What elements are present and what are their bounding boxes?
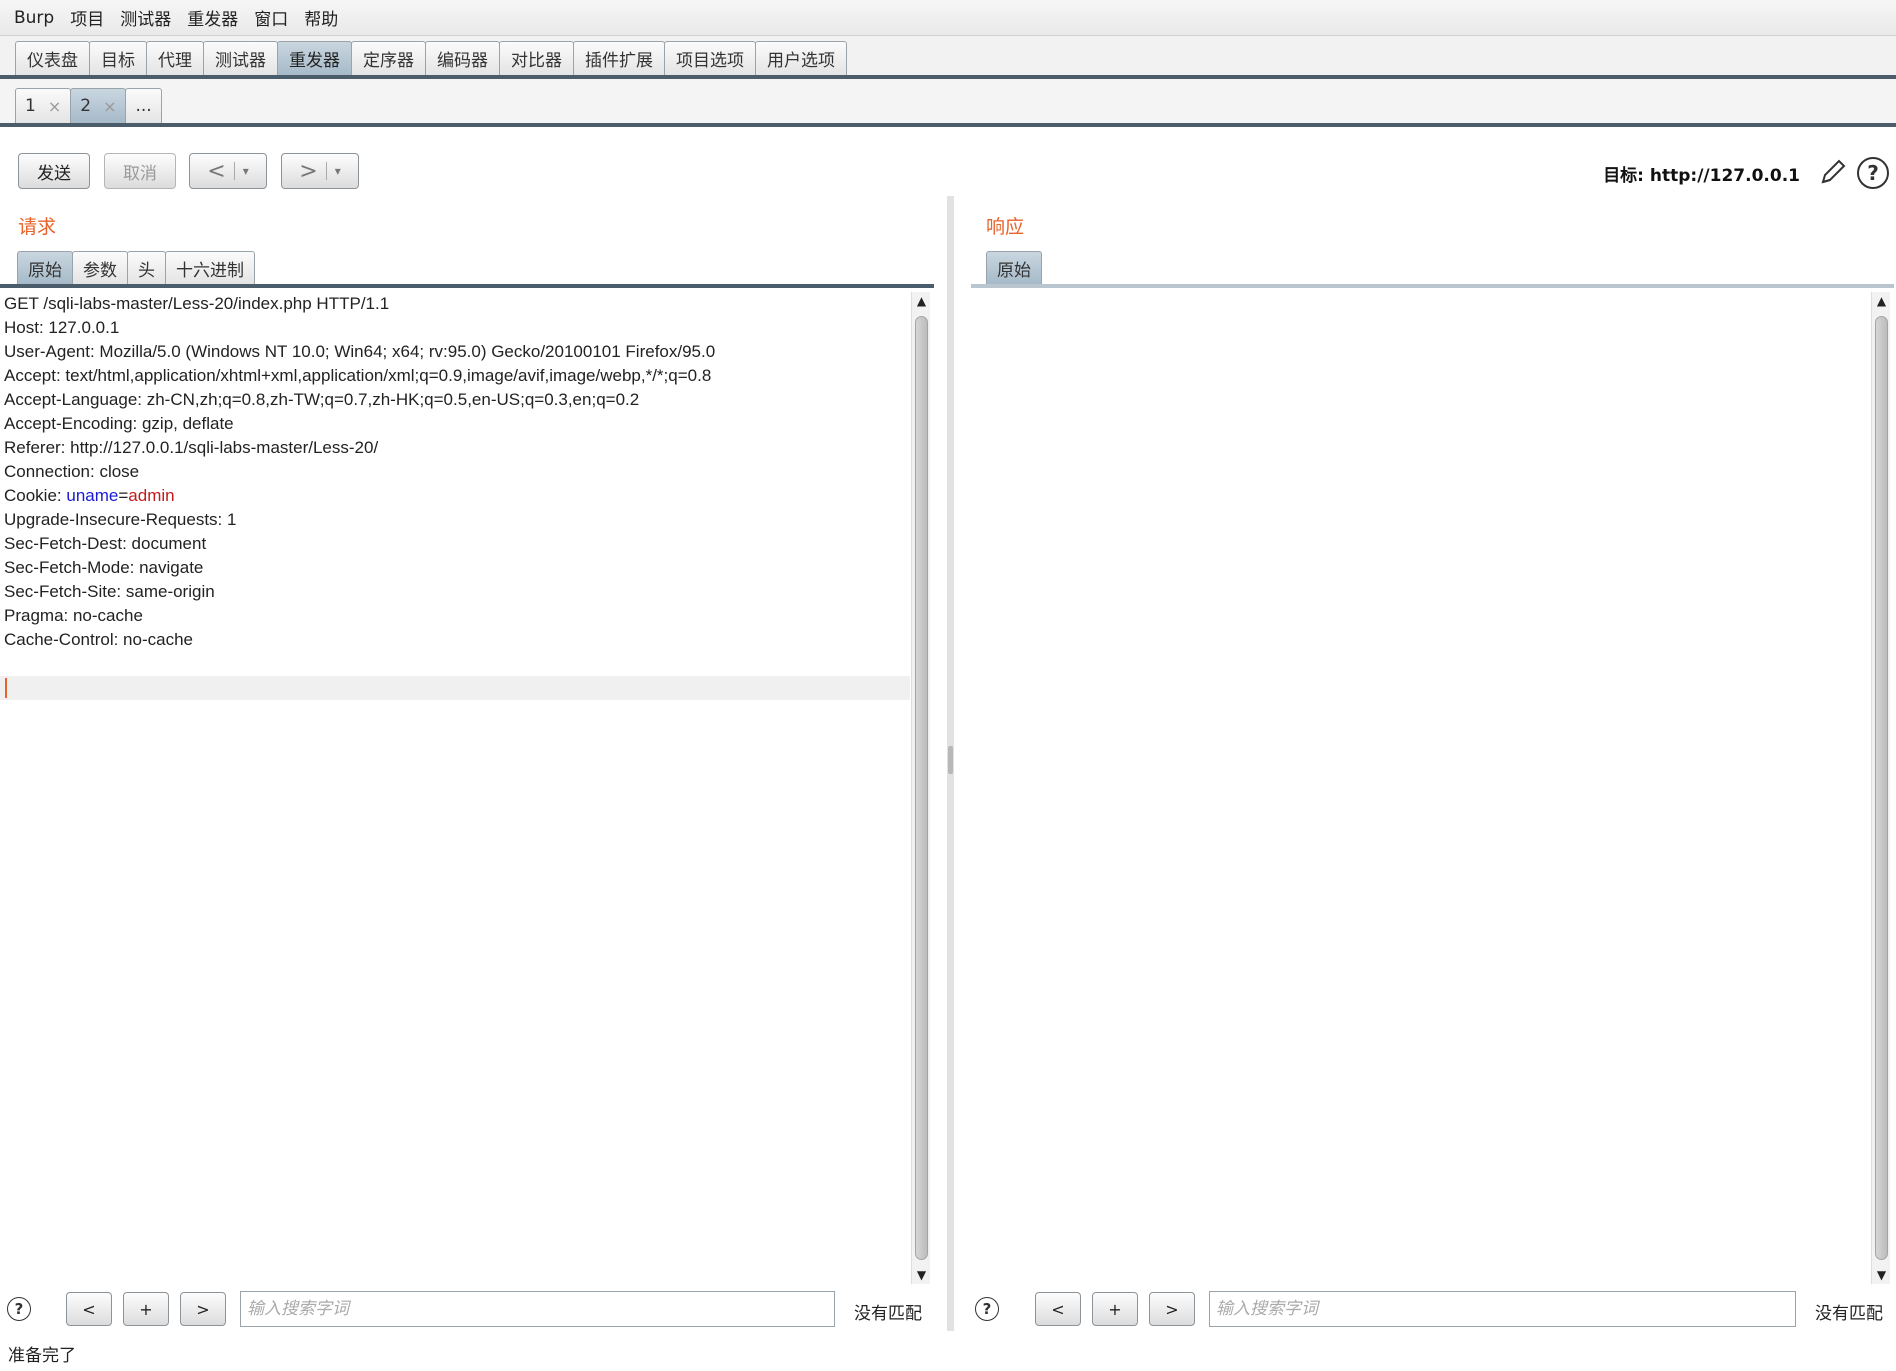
- header-line: Sec-Fetch-Mode: navigate: [4, 558, 204, 577]
- chevron-right-icon: >: [299, 158, 318, 184]
- tab-target[interactable]: 目标: [89, 41, 147, 75]
- menu-repeater[interactable]: 重发器: [187, 5, 238, 30]
- header-line: Upgrade-Insecure-Requests: 1: [4, 510, 237, 529]
- header-line: Referer: http://127.0.0.1/sqli-labs-mast…: [4, 438, 379, 457]
- header-line: Host: 127.0.0.1: [4, 318, 120, 337]
- header-line: Accept: text/html,application/xhtml+xml,…: [4, 366, 712, 385]
- chevron-down-icon[interactable]: ▾: [335, 164, 341, 178]
- scroll-thumb[interactable]: [915, 316, 928, 1260]
- request-line: GET /sqli-labs-master/Less-20/index.php …: [4, 294, 390, 313]
- pencil-icon[interactable]: [1818, 157, 1848, 187]
- search-prev-button[interactable]: <: [1035, 1292, 1081, 1326]
- tab-repeater[interactable]: 重发器: [277, 41, 352, 75]
- request-scrollbar[interactable]: ▲ ▼: [911, 292, 930, 1284]
- send-button[interactable]: 发送: [18, 153, 90, 189]
- search-next-button[interactable]: >: [180, 1292, 226, 1326]
- scroll-thumb[interactable]: [1875, 316, 1888, 1260]
- cancel-button[interactable]: 取消: [104, 153, 176, 189]
- tab-underline: [971, 284, 1894, 288]
- request-title: 请求: [18, 216, 57, 238]
- empty-line: [0, 652, 910, 676]
- help-icon[interactable]: ?: [7, 1297, 31, 1321]
- response-scrollbar[interactable]: ▲ ▼: [1871, 292, 1890, 1284]
- menu-intruder[interactable]: 测试器: [120, 5, 171, 30]
- search-status: 没有匹配: [1815, 1304, 1883, 1324]
- tab-project-options[interactable]: 项目选项: [664, 41, 756, 75]
- chevron-left-icon: <: [207, 158, 226, 184]
- cookie-prefix: Cookie:: [4, 486, 67, 505]
- search-prev-button[interactable]: <: [66, 1292, 112, 1326]
- separator: [233, 162, 235, 180]
- new-tab-button[interactable]: ...: [125, 88, 162, 123]
- tab-extender[interactable]: 插件扩展: [573, 41, 665, 75]
- close-icon[interactable]: ×: [48, 97, 61, 116]
- cookie-eq: =: [118, 486, 129, 505]
- menu-burp[interactable]: Burp: [14, 8, 54, 28]
- main-tab-bar: 仪表盘 目标 代理 测试器 重发器 定序器 编码器 对比器 插件扩展 项目选项 …: [0, 36, 1896, 79]
- repeater-tab-2[interactable]: 2 ×: [70, 88, 127, 123]
- close-icon[interactable]: ×: [103, 97, 116, 116]
- tab-user-options[interactable]: 用户选项: [755, 41, 847, 75]
- text-cursor: [5, 678, 7, 698]
- menu-project[interactable]: 项目: [70, 5, 104, 30]
- search-add-button[interactable]: +: [123, 1292, 169, 1326]
- repeater-tab-label: 1: [25, 96, 36, 116]
- scroll-up-icon[interactable]: ▲: [1872, 294, 1891, 308]
- tab-intruder[interactable]: 测试器: [203, 41, 278, 75]
- cookie-line: Cookie: uname=admin: [0, 484, 910, 508]
- search-input[interactable]: 输入搜索字词: [240, 1291, 835, 1327]
- search-input[interactable]: 输入搜索字词: [1209, 1291, 1796, 1327]
- menu-bar: Burp 项目 测试器 重发器 窗口 帮助: [0, 0, 1896, 36]
- forward-button[interactable]: > ▾: [281, 153, 359, 189]
- response-editor[interactable]: [971, 292, 1871, 1284]
- response-title: 响应: [986, 216, 1025, 238]
- tab-raw[interactable]: 原始: [17, 251, 73, 284]
- header-line: User-Agent: Mozilla/5.0 (Windows NT 10.0…: [4, 342, 716, 361]
- tab-sequencer[interactable]: 定序器: [351, 41, 426, 75]
- tab-dashboard[interactable]: 仪表盘: [15, 41, 90, 75]
- header-line: Accept-Encoding: gzip, deflate: [4, 414, 234, 433]
- back-button[interactable]: < ▾: [189, 153, 267, 189]
- split-handle[interactable]: [948, 746, 953, 774]
- separator: [325, 162, 327, 180]
- chevron-down-icon[interactable]: ▾: [243, 164, 249, 178]
- target-label: 目标: http://127.0.0.1: [1603, 166, 1800, 186]
- help-icon[interactable]: ?: [975, 1297, 999, 1321]
- help-icon[interactable]: ?: [1857, 157, 1889, 189]
- header-line: Pragma: no-cache: [4, 606, 143, 625]
- cookie-value: admin: [128, 486, 175, 505]
- response-view-tabs: 原始: [986, 251, 1042, 284]
- tab-comparer[interactable]: 对比器: [499, 41, 574, 75]
- request-editor[interactable]: GET /sqli-labs-master/Less-20/index.php …: [0, 292, 910, 1284]
- cursor-line[interactable]: [0, 676, 910, 700]
- search-status: 没有匹配: [854, 1304, 922, 1324]
- repeater-tab-bar: 1 × 2 × ...: [0, 79, 1896, 127]
- scroll-up-icon[interactable]: ▲: [912, 294, 931, 308]
- repeater-tab-1[interactable]: 1 ×: [15, 88, 72, 123]
- request-view-tabs: 原始 参数 头 十六进制: [17, 251, 255, 284]
- tab-headers[interactable]: 头: [127, 251, 166, 284]
- tab-underline: [0, 284, 934, 288]
- header-line: Sec-Fetch-Dest: document: [4, 534, 207, 553]
- scroll-down-icon[interactable]: ▼: [1872, 1268, 1891, 1282]
- header-line: Connection: close: [4, 462, 140, 481]
- status-bar: 准备完了: [8, 1346, 76, 1366]
- ellipsis-label: ...: [135, 96, 152, 116]
- menu-help[interactable]: 帮助: [304, 5, 338, 30]
- tab-decoder[interactable]: 编码器: [425, 41, 500, 75]
- search-next-button[interactable]: >: [1149, 1292, 1195, 1326]
- scroll-down-icon[interactable]: ▼: [912, 1268, 931, 1282]
- header-line: Accept-Language: zh-CN,zh;q=0.8,zh-TW;q=…: [4, 390, 640, 409]
- header-line: Cache-Control: no-cache: [4, 630, 193, 649]
- cookie-name: uname: [66, 486, 119, 505]
- menu-window[interactable]: 窗口: [254, 5, 288, 30]
- tab-params[interactable]: 参数: [72, 251, 128, 284]
- tab-proxy[interactable]: 代理: [146, 41, 204, 75]
- tab-hex[interactable]: 十六进制: [165, 251, 255, 284]
- repeater-tab-label: 2: [80, 96, 92, 116]
- tab-raw[interactable]: 原始: [986, 251, 1042, 284]
- search-add-button[interactable]: +: [1092, 1292, 1138, 1326]
- header-line: Sec-Fetch-Site: same-origin: [4, 582, 215, 601]
